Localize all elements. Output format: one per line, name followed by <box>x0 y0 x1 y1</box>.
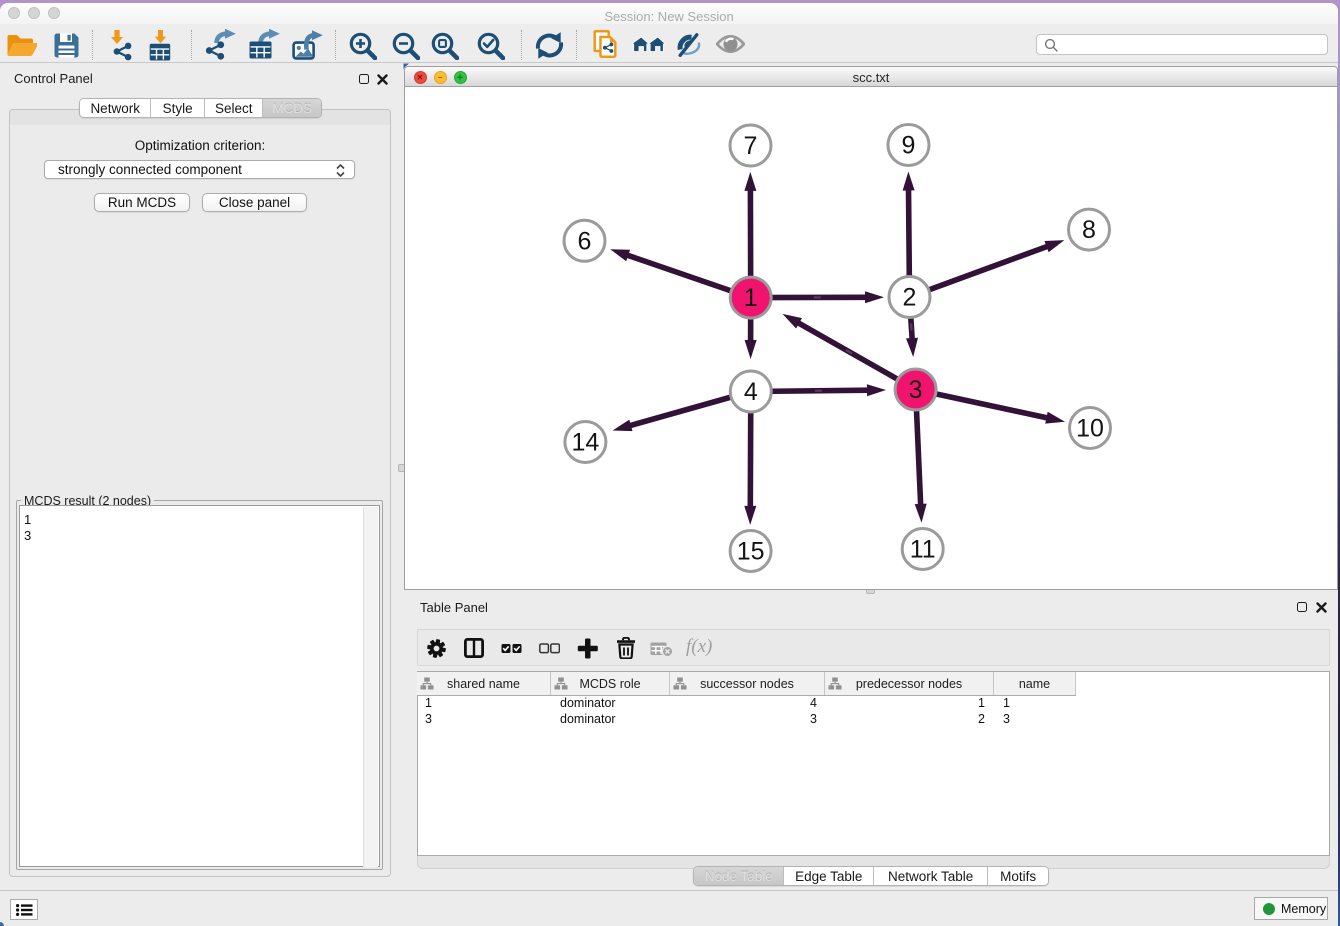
svg-text:10: 10 <box>1076 415 1104 443</box>
svg-text:9: 9 <box>902 132 916 160</box>
svg-text:7: 7 <box>744 132 758 160</box>
svg-text:4: 4 <box>744 378 758 406</box>
svg-text:11: 11 <box>910 536 936 564</box>
svg-text:2: 2 <box>903 284 917 312</box>
svg-text:3: 3 <box>909 376 923 404</box>
svg-text:14: 14 <box>571 429 599 457</box>
svg-text:8: 8 <box>1082 216 1096 244</box>
svg-text:15: 15 <box>737 538 765 566</box>
svg-text:1: 1 <box>744 284 758 312</box>
svg-text:6: 6 <box>578 227 592 255</box>
